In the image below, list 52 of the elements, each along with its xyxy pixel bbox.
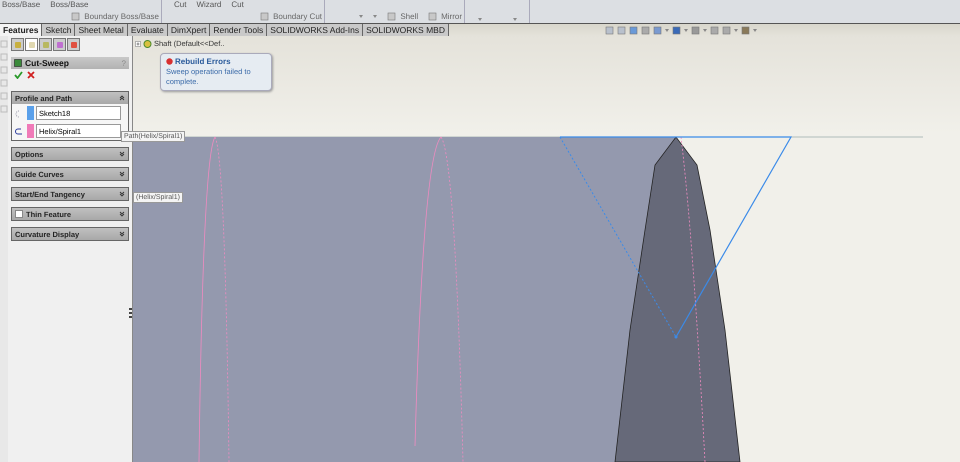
tab[interactable]: Sheet Metal [75, 24, 128, 36]
ribbon-button[interactable]: Boundary Cut [260, 12, 322, 21]
toolbar-icon[interactable] [260, 12, 270, 21]
toolbar-icon[interactable] [387, 12, 396, 21]
ribbon-label[interactable]: Cut [174, 0, 186, 10]
tab[interactable]: DimXpert [168, 24, 210, 36]
tab[interactable]: Features [0, 24, 42, 36]
expand-icon[interactable] [119, 191, 125, 197]
caret-icon[interactable] [478, 18, 482, 21]
ribbon-button[interactable]: Shell [387, 12, 418, 21]
cancel-icon[interactable] [27, 71, 35, 79]
tab[interactable]: SOLIDWORKS MBD [363, 24, 449, 36]
caret-icon[interactable] [373, 15, 378, 18]
caret-icon[interactable] [734, 28, 738, 32]
collapse-icon[interactable] [119, 95, 125, 101]
panel-tab[interactable] [67, 38, 80, 51]
expand-icon[interactable] [119, 171, 125, 177]
error-icon [166, 58, 173, 65]
panel-tab[interactable] [53, 38, 66, 51]
panel-title: Cut-Sweep [25, 58, 70, 68]
caret-icon[interactable] [359, 15, 364, 18]
ribbon-label[interactable]: Boss/Base [50, 0, 88, 10]
ribbon-label[interactable]: Wizard [196, 0, 222, 10]
feature-icon [14, 59, 22, 67]
expand-icon[interactable] [119, 231, 125, 237]
panel-tab[interactable] [25, 38, 38, 51]
path-icon [15, 126, 25, 136]
expand-icon[interactable] [135, 40, 141, 46]
tab[interactable]: Render Tools [210, 24, 268, 36]
caret-icon[interactable] [702, 28, 707, 32]
expand-icon[interactable] [119, 151, 125, 157]
panel-tab[interactable] [39, 38, 52, 51]
ribbon-label[interactable]: Boss/Base [2, 0, 40, 10]
checkbox[interactable] [15, 210, 23, 218]
caret-icon[interactable] [664, 28, 669, 32]
caret-icon[interactable] [512, 18, 516, 21]
expand-icon[interactable] [119, 211, 125, 217]
ribbon-button[interactable]: Mirror [428, 12, 462, 21]
panel-tab[interactable] [11, 38, 24, 51]
part-icon [143, 40, 152, 48]
resize-handle[interactable] [129, 308, 132, 320]
toolbar-icon[interactable] [71, 12, 80, 21]
toolbar-icon[interactable] [428, 12, 438, 21]
tab[interactable]: SOLIDWORKS Add-Ins [267, 24, 364, 36]
caret-icon[interactable] [752, 28, 757, 32]
callout-title: Rebuild Errors [166, 57, 266, 66]
ribbon-label[interactable]: Cut [231, 0, 244, 10]
caret-icon[interactable] [684, 28, 688, 32]
tab[interactable]: Sketch [42, 24, 76, 36]
ok-icon[interactable] [14, 71, 23, 79]
tab[interactable]: Evaluate [128, 24, 168, 36]
ribbon-button[interactable]: Boundary Boss/Base [71, 12, 159, 21]
